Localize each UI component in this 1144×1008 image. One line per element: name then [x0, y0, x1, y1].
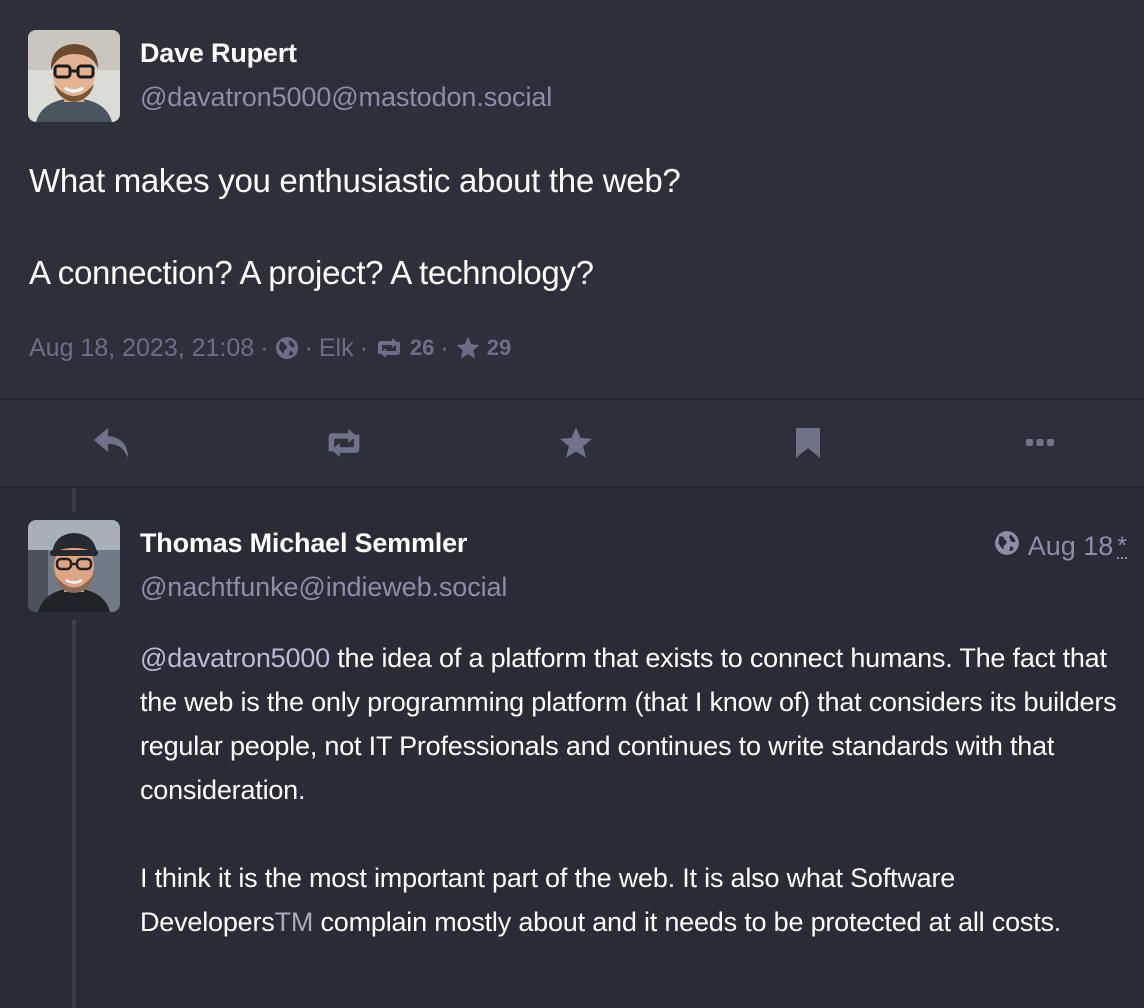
divider [0, 486, 1144, 488]
reply-paragraph: I think it is the most important part of… [140, 856, 1130, 944]
meta-separator: · [440, 333, 449, 362]
thread-line [72, 620, 76, 1008]
post-meta: Aug 18, 2023, 21:08 · · Elk · 26 · 29 [29, 330, 511, 366]
star-icon [560, 427, 592, 458]
post-content-line: What makes you enthusiastic about the we… [29, 162, 681, 199]
boost-count-icon [374, 337, 404, 359]
trademark-mark: TM [274, 907, 314, 937]
boost-count[interactable]: 26 [410, 335, 434, 361]
post-timestamp[interactable]: Aug 18, 2023, 21:08 [29, 334, 254, 363]
reply-timestamp[interactable]: Aug 18 [1028, 531, 1114, 562]
reply-text: complain mostly about and it needs to be… [313, 907, 1062, 937]
meta-separator: · [304, 333, 313, 362]
reply-time[interactable]: Aug 18 * [994, 530, 1127, 563]
more-icon [1026, 439, 1054, 446]
thread-line [72, 488, 76, 512]
favourite-count-icon [455, 335, 481, 361]
post-content-line: A connection? A project? A technology? [29, 254, 594, 291]
reply-icon [94, 428, 128, 458]
avatar[interactable] [28, 520, 120, 612]
more-button[interactable] [1017, 420, 1063, 466]
author-display-name[interactable]: Dave Rupert [140, 38, 297, 69]
meta-separator: · [359, 333, 368, 362]
globe-icon [994, 530, 1020, 563]
reply-content: @davatron5000 the idea of a platform tha… [140, 636, 1130, 944]
reply-button[interactable] [89, 420, 135, 466]
edited-marker[interactable]: * [1117, 533, 1127, 559]
boost-icon [328, 429, 360, 457]
action-bar [0, 400, 1144, 486]
reply-author-handle[interactable]: @nachtfunke@indieweb.social [140, 572, 507, 603]
bookmark-button[interactable] [785, 420, 831, 466]
bookmark-icon [796, 428, 820, 458]
main-post: Dave Rupert @davatron5000@mastodon.socia… [0, 0, 1144, 398]
post-client: Elk [318, 333, 354, 362]
globe-icon [275, 336, 299, 360]
favourite-count[interactable]: 29 [487, 335, 511, 361]
mention-link[interactable]: @davatron5000 [140, 643, 330, 673]
reply-paragraph: @davatron5000 the idea of a platform tha… [140, 636, 1130, 812]
avatar[interactable] [28, 30, 120, 122]
meta-separator: · [260, 333, 269, 362]
boost-button[interactable] [321, 420, 367, 466]
author-handle[interactable]: @davatron5000@mastodon.social [140, 82, 552, 113]
favourite-button[interactable] [553, 420, 599, 466]
reply-author-display-name[interactable]: Thomas Michael Semmler [140, 528, 467, 559]
